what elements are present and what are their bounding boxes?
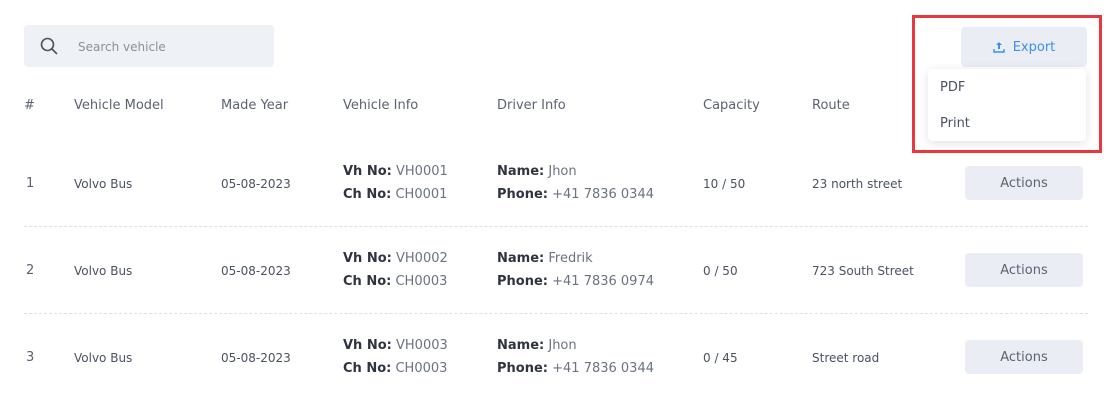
name-label: Name:	[497, 338, 545, 353]
vh-label: Vh No:	[343, 251, 392, 266]
driver-info: Name: Jhon Phone: +41 7836 0344	[497, 334, 654, 380]
row-divider	[24, 313, 1088, 314]
export-button[interactable]: Export	[961, 27, 1087, 67]
phone-label: Phone:	[497, 187, 548, 202]
search-icon	[40, 37, 58, 55]
vehicle-info: Vh No: VH0001 Ch No: CH0001	[343, 160, 448, 206]
ch-label: Ch No:	[343, 187, 392, 202]
search-box[interactable]	[24, 25, 274, 69]
route: 723 South Street	[812, 264, 914, 278]
header-capacity: Capacity	[703, 98, 760, 113]
header-vehicle-info: Vehicle Info	[343, 98, 419, 113]
vehicle-info: Vh No: VH0003 Ch No: CH0003	[343, 334, 448, 380]
header-route: Route	[812, 98, 850, 113]
vehicle-info: Vh No: VH0002 Ch No: CH0003	[343, 247, 448, 293]
header-driver-info: Driver Info	[497, 98, 566, 113]
actions-button[interactable]: Actions	[965, 340, 1083, 374]
route: Street road	[812, 351, 880, 365]
phone-label: Phone:	[497, 274, 548, 289]
row-divider	[24, 226, 1088, 227]
driver-info: Name: Fredrik Phone: +41 7836 0974	[497, 247, 654, 293]
vehicle-model: Volvo Bus	[74, 177, 133, 191]
ch-number: CH0003	[395, 274, 448, 289]
upload-icon	[993, 42, 1005, 53]
made-year: 05-08-2023	[221, 177, 291, 191]
driver-phone: +41 7836 0974	[552, 274, 654, 289]
menu-item-print[interactable]: Print	[940, 116, 970, 131]
vh-label: Vh No:	[343, 164, 392, 179]
capacity: 0 / 50	[703, 264, 738, 278]
actions-button[interactable]: Actions	[965, 166, 1083, 200]
ch-label: Ch No:	[343, 274, 392, 289]
vh-number: VH0003	[396, 338, 448, 353]
vh-label: Vh No:	[343, 338, 392, 353]
vh-number: VH0001	[396, 164, 448, 179]
made-year: 05-08-2023	[221, 351, 291, 365]
driver-name: Jhon	[548, 338, 577, 353]
driver-name: Jhon	[548, 164, 577, 179]
driver-info: Name: Jhon Phone: +41 7836 0344	[497, 160, 654, 206]
ch-label: Ch No:	[343, 361, 392, 376]
export-menu: PDF Print	[928, 69, 1086, 141]
driver-phone: +41 7836 0344	[552, 187, 654, 202]
header-vehicle-model: Vehicle Model	[74, 98, 164, 113]
row-index: 1	[26, 176, 35, 191]
header-made-year: Made Year	[221, 98, 289, 113]
vehicle-model: Volvo Bus	[74, 351, 133, 365]
search-input[interactable]	[76, 25, 270, 69]
actions-button[interactable]: Actions	[965, 253, 1083, 287]
export-label: Export	[1012, 39, 1056, 55]
capacity: 0 / 45	[703, 351, 738, 365]
ch-number: CH0003	[395, 361, 448, 376]
ch-number: CH0001	[395, 187, 448, 202]
vh-number: VH0002	[396, 251, 448, 266]
capacity: 10 / 50	[703, 177, 746, 191]
name-label: Name:	[497, 164, 545, 179]
vehicle-model: Volvo Bus	[74, 264, 133, 278]
header-index: #	[24, 98, 35, 113]
route: 23 north street	[812, 177, 903, 191]
row-index: 2	[26, 263, 35, 278]
driver-name: Fredrik	[548, 251, 593, 266]
name-label: Name:	[497, 251, 545, 266]
phone-label: Phone:	[497, 361, 548, 376]
menu-item-pdf[interactable]: PDF	[940, 80, 965, 95]
driver-phone: +41 7836 0344	[552, 361, 654, 376]
row-index: 3	[26, 350, 35, 365]
made-year: 05-08-2023	[221, 264, 291, 278]
